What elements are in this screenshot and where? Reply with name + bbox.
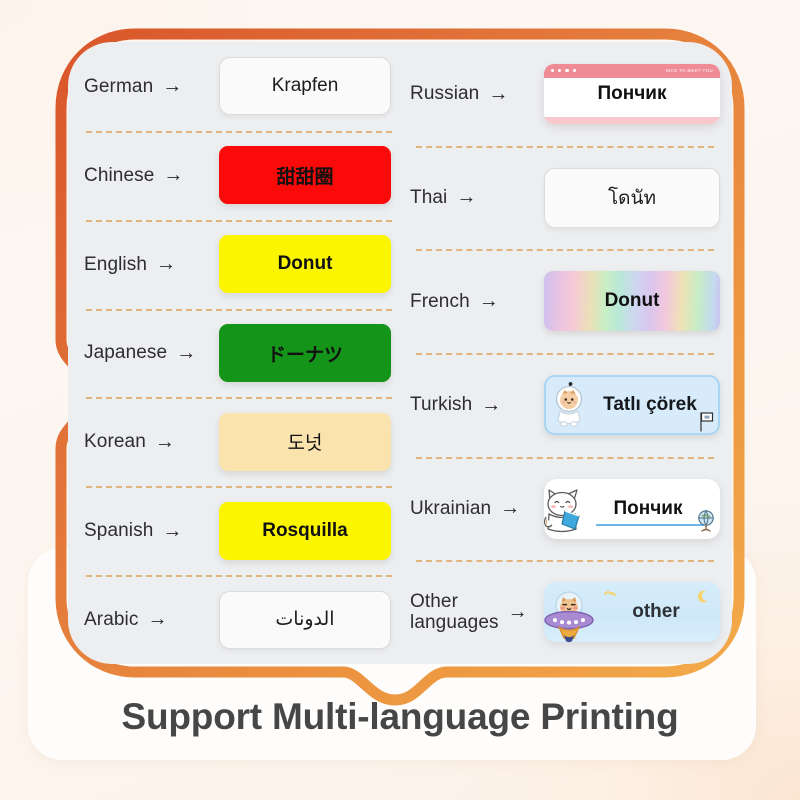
arrow-icon: → — [147, 608, 168, 631]
label-text: Donut — [277, 253, 333, 275]
language-row-other: Other languages → other — [410, 560, 720, 664]
language-row-ukrainian: Ukrainian → Пончик — [410, 456, 720, 561]
language-row-arabic: Arabic → الدونات — [84, 575, 394, 664]
label-chip-french[interactable]: Donut — [544, 271, 720, 332]
moon-icon — [697, 590, 708, 603]
memo-footer-bar — [544, 116, 720, 124]
label-chip-japanese[interactable]: ドーナツ — [219, 324, 391, 382]
arrow-icon: → — [478, 289, 499, 312]
language-name-spanish: Spanish → — [84, 520, 216, 542]
label-text: ドーナツ — [266, 344, 343, 366]
language-row-japanese: Japanese → ドーナツ — [84, 308, 394, 398]
label-chip-turkish[interactable]: Tatlı çörek — [544, 374, 720, 435]
label-text: Donut — [604, 290, 660, 312]
language-label: Chinese — [84, 164, 155, 186]
label-chip-english[interactable]: Donut — [219, 235, 391, 294]
language-label: Ukrainian — [410, 497, 492, 519]
label-text: الدونات — [275, 609, 335, 631]
label-text: 도넛 — [287, 433, 323, 455]
cat-with-book-icon — [540, 484, 598, 534]
language-label: Russian — [410, 83, 480, 105]
language-name-thai: Thai → — [410, 186, 544, 208]
flag-icon — [696, 410, 716, 432]
left-column: German → Krapfen Chinese → 甜甜圈 English →… — [68, 42, 400, 664]
language-name-french: French → — [410, 290, 544, 312]
ukrainian-underline — [596, 523, 704, 526]
language-name-other: Other languages → — [410, 591, 544, 634]
astronaut-kitten-icon — [549, 381, 589, 428]
language-panel: German → Krapfen Chinese → 甜甜圈 English →… — [68, 42, 732, 664]
arrow-icon: → — [162, 519, 183, 542]
label-chip-korean[interactable]: 도넛 — [219, 412, 391, 471]
language-label: German — [84, 75, 154, 97]
language-label: Japanese — [84, 342, 168, 364]
language-row-russian: Russian → NICE TO MEET YOU Пончик — [410, 42, 720, 146]
ufo-cat-icon — [542, 585, 596, 643]
arrow-icon: → — [163, 164, 184, 187]
label-text: โดนัท — [607, 187, 657, 209]
language-label: Korean — [84, 431, 146, 453]
label-text: Tatlı çörek — [603, 393, 697, 415]
language-name-chinese: Chinese → — [84, 164, 216, 186]
label-chip-spanish[interactable]: Rosquilla — [219, 501, 391, 560]
language-row-thai: Thai → โดนัท — [410, 145, 720, 250]
right-column: Russian → NICE TO MEET YOU Пончик Thai → — [400, 42, 732, 664]
label-text: Rosquilla — [262, 519, 348, 541]
arrow-icon: → — [156, 252, 177, 275]
language-name-ukrainian: Ukrainian → — [410, 497, 544, 519]
label-chip-chinese[interactable]: 甜甜圈 — [219, 146, 391, 205]
memo-tag-text: NICE TO MEET YOU — [665, 68, 713, 74]
globe-icon — [696, 509, 716, 533]
arrow-icon: → — [154, 430, 175, 453]
language-row-chinese: Chinese → 甜甜圈 — [84, 130, 394, 220]
language-row-french: French → Donut — [410, 249, 720, 353]
label-chip-ukrainian[interactable]: Пончик — [543, 478, 720, 539]
language-name-japanese: Japanese → — [84, 342, 216, 364]
label-text: Пончик — [613, 497, 683, 519]
label-chip-russian[interactable]: NICE TO MEET YOU Пончик — [544, 63, 720, 124]
language-name-korean: Korean → — [84, 431, 216, 453]
arrow-icon: → — [500, 497, 521, 520]
memo-header-bar: NICE TO MEET YOU — [544, 63, 720, 78]
label-text: Krapfen — [271, 75, 339, 97]
arrow-icon: → — [481, 393, 502, 416]
label-chip-other[interactable]: other — [542, 582, 720, 643]
language-name-english: English → — [84, 253, 216, 275]
language-row-english: English → Donut — [84, 219, 394, 309]
arrow-icon: → — [488, 82, 509, 105]
arrow-icon: → — [507, 600, 528, 623]
language-row-korean: Korean → 도넛 — [84, 397, 394, 486]
arrow-icon: → — [176, 341, 197, 364]
label-chip-german[interactable]: Krapfen — [219, 57, 391, 116]
language-label: Turkish — [410, 394, 473, 416]
page-title: Support Multi-language Printing — [121, 696, 679, 737]
language-name-russian: Russian → — [410, 83, 544, 105]
language-label: French — [410, 290, 470, 312]
label-text: 甜甜圈 — [276, 166, 334, 188]
language-name-turkish: Turkish → — [410, 394, 544, 416]
language-name-german: German → — [84, 75, 216, 97]
arrow-icon: → — [456, 186, 477, 209]
label-chip-thai[interactable]: โดนัท — [544, 167, 720, 228]
label-text: Пончик — [597, 82, 667, 104]
memo-dots-icon — [551, 69, 576, 73]
language-label: Arabic — [84, 608, 139, 630]
language-label: Thai — [410, 186, 448, 208]
language-row-spanish: Spanish → Rosquilla — [84, 486, 394, 575]
arrow-icon: → — [162, 75, 183, 98]
star-icon — [604, 591, 616, 597]
language-label: Other languages — [410, 590, 499, 634]
language-row-turkish: Turkish → Tatlı çörek — [410, 353, 720, 457]
language-label: English — [84, 253, 148, 275]
language-name-arabic: Arabic → — [84, 608, 216, 630]
language-row-german: German → Krapfen — [84, 42, 394, 131]
language-label: Spanish — [84, 520, 154, 542]
label-text: other — [632, 601, 680, 623]
label-chip-arabic[interactable]: الدونات — [219, 590, 391, 649]
